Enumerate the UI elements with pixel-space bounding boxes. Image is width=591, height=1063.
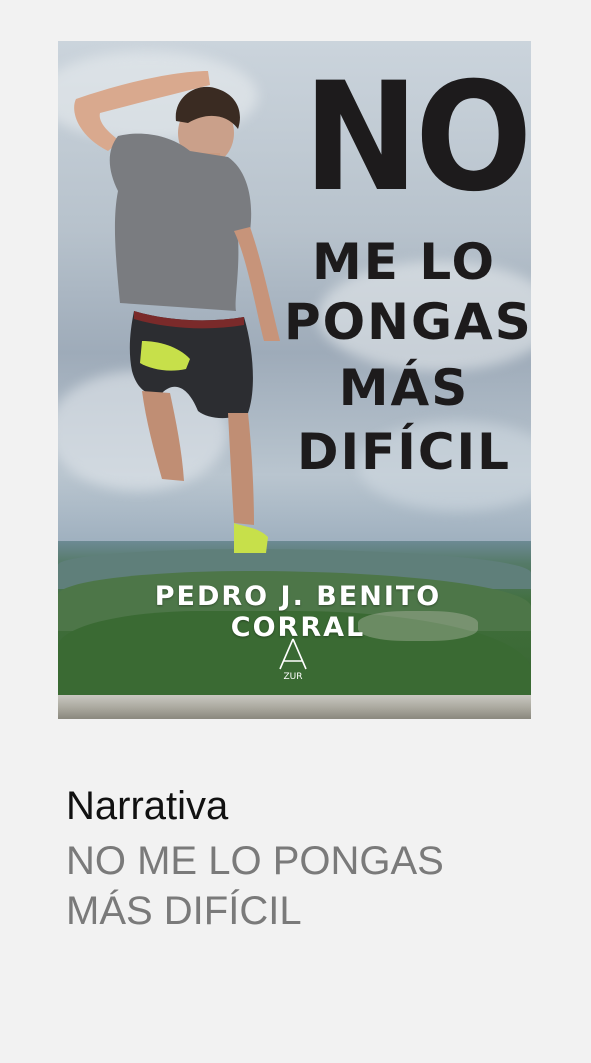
book-cover[interactable]: NO ME LO PONGAS MÁS DIFÍCIL PEDRO J. BEN… [58, 41, 531, 719]
book-category: Narrativa [66, 784, 229, 828]
cover-title-line: MÁS [338, 359, 470, 417]
mountain-peak-icon: ZUR [279, 638, 307, 681]
book-meta: Narrativa NO ME LO PONGAS MÁS DIFÍCIL [66, 782, 526, 936]
publisher-logo-text: ZUR [283, 672, 302, 681]
book-title-line: MÁS DIFÍCIL [66, 889, 302, 933]
book-title-line: NO ME LO PONGAS [66, 839, 444, 883]
cover-title-no: NO [303, 51, 531, 225]
cover-title-line: DIFÍCIL [296, 423, 512, 481]
cover-title-line: PONGAS [284, 293, 531, 351]
cover-author: PEDRO J. BENITO CORRAL [154, 581, 442, 643]
cover-title-line: ME LO [312, 233, 496, 291]
book-title[interactable]: NO ME LO PONGAS MÁS DIFÍCIL [66, 836, 526, 936]
